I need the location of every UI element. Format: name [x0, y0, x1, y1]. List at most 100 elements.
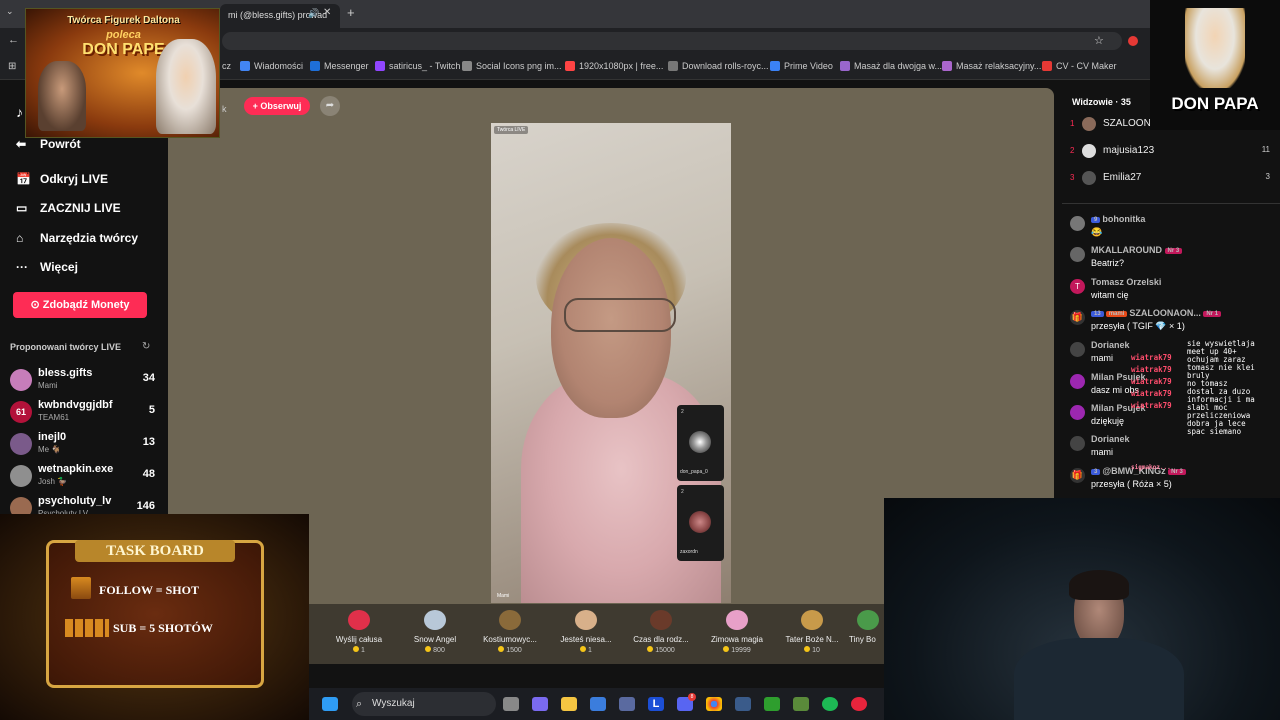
overlay-chat-name: wiatrak79	[1131, 353, 1172, 362]
opera-icon[interactable]	[851, 697, 867, 711]
mute-tab-icon[interactable]: 🔊	[308, 8, 319, 19]
get-coins-button[interactable]: ⊙ Zdobądź Monety	[13, 292, 147, 318]
back-link[interactable]: ⬅ Powrót	[16, 137, 81, 151]
new-tab-icon[interactable]: +	[347, 5, 355, 20]
gift-price-value: 800	[433, 647, 445, 654]
vpn-icon[interactable]	[619, 697, 635, 711]
gift-item[interactable]: Jesteś niesa... 1	[551, 610, 621, 654]
gift-price: 19999	[702, 646, 772, 654]
avatar	[1070, 405, 1085, 420]
bookmark-icon	[240, 61, 250, 71]
bookmark-6[interactable]: Download rolls-royc...	[668, 61, 769, 71]
url-field[interactable]	[222, 32, 1122, 50]
back-arrow-icon[interactable]: ←	[8, 34, 19, 46]
gift-item[interactable]: Czas dla rodz... 15000	[626, 610, 696, 654]
xbox-icon[interactable]	[764, 697, 780, 711]
windows-icon[interactable]	[322, 697, 338, 711]
share-icon[interactable]: ➦	[320, 96, 340, 116]
chrome-icon[interactable]	[706, 697, 722, 711]
bookmark-label: 1920x1080px | free...	[579, 61, 664, 71]
chat-message: T Tomasz Orzelski witam cię	[1070, 277, 1275, 301]
host-label: Mami	[497, 593, 510, 599]
chat-user: MKALLAROUND Nr 3	[1091, 245, 1184, 255]
tab-list-icon[interactable]: ⌄	[6, 6, 14, 17]
bookmark-star-icon[interactable]: ☆	[1094, 34, 1104, 47]
bookmark-icon	[1042, 61, 1052, 71]
nav-start-live[interactable]: ▭ ZACZNIJ LIVE	[16, 201, 121, 215]
bookmark-icon	[375, 61, 385, 71]
store-icon[interactable]	[590, 697, 606, 711]
suggested-creator[interactable]: wetnapkin.exe Josh 🦆 48	[10, 463, 155, 493]
host-name-partial: k	[222, 104, 227, 114]
bookmark-label: Messenger	[324, 61, 369, 71]
viewer-row[interactable]: 2 majusia123 11	[1070, 144, 1270, 162]
steam-icon[interactable]	[735, 697, 751, 711]
bookmark-10[interactable]: CV - CV Maker	[1042, 61, 1117, 71]
viewer-row[interactable]: 3 Emilia27 3	[1070, 171, 1270, 189]
chat-text: mami	[1091, 447, 1113, 457]
follow-button[interactable]: + Obserwuj	[244, 97, 310, 115]
minecraft-icon[interactable]	[793, 697, 809, 711]
copilot-icon[interactable]	[532, 697, 548, 711]
bookmark-9[interactable]: Masaż relaksacyjny...	[942, 61, 1041, 71]
suggested-creator[interactable]: bless.gifts Mami 34	[10, 367, 155, 397]
nav-creator-tools[interactable]: ⌂ Narzędzia twórcy	[16, 231, 138, 245]
gift-price-value: 10	[812, 647, 820, 654]
bookmark-1[interactable]: Wiadomości	[240, 61, 303, 71]
overlay-chat-name: wiatrak79	[1131, 401, 1172, 410]
chat-user-name: Dorianek	[1091, 340, 1130, 350]
refresh-icon[interactable]: ↻	[142, 341, 150, 352]
tiktok-logo-icon[interactable]: ♪	[16, 104, 23, 120]
creator-sub: Mami	[38, 381, 58, 390]
bookmark-7[interactable]: Prime Video	[770, 61, 833, 71]
gift-name: Tiny Bo	[849, 635, 876, 644]
search-placeholder: Wyszukaj	[372, 698, 415, 709]
gift-item[interactable]: Kostiumowyc... 1500	[475, 610, 545, 654]
bookmark-8[interactable]: Masaż dla dwojga w...	[840, 61, 942, 71]
taskbar-search[interactable]: ⌕ Wyszukaj	[352, 692, 496, 716]
spotify-icon[interactable]	[822, 697, 838, 711]
gift-icon	[801, 610, 823, 630]
gift-icon	[499, 610, 521, 630]
coin-icon	[723, 646, 730, 652]
gift-item[interactable]: Zimowa magia 19999	[702, 610, 772, 654]
taskview-icon[interactable]	[503, 697, 519, 711]
chat-text: dziękuję	[1091, 416, 1125, 426]
launcher-icon[interactable]: L	[648, 697, 664, 711]
guest-name: zaxordn	[680, 549, 698, 555]
bookmark-3[interactable]: satiricus_ - Twitch	[375, 61, 460, 71]
folder-icon[interactable]	[561, 697, 577, 711]
gift-item[interactable]: Snow Angel 800	[400, 610, 470, 654]
bookmark-2[interactable]: Messenger	[310, 61, 369, 71]
nav-more[interactable]: ··· Więcej	[16, 260, 78, 274]
gift-name: Wyślij całusa	[335, 635, 383, 644]
coin-icon	[425, 646, 432, 652]
bookmark-label: Download rolls-royc...	[682, 61, 769, 71]
suggested-creator[interactable]: 61 kwbndvggjdbf TEAM61 5	[10, 399, 155, 429]
nav-discover-live[interactable]: 📅 Odkryj LIVE	[16, 172, 108, 186]
avatar	[689, 511, 711, 533]
overlay-chat-name: wiatrak79	[1131, 377, 1172, 386]
bookmark-4[interactable]: Social Icons png im...	[462, 61, 562, 71]
close-tab-icon[interactable]: ✕	[323, 7, 331, 18]
guest-tile[interactable]: 2 don_papa_0	[677, 405, 724, 481]
chat-user: 13 mami SZALOONAON... Nr 1	[1091, 308, 1223, 318]
avatar: 61	[10, 401, 32, 423]
avatar	[10, 369, 32, 391]
bookmark-5[interactable]: 1920x1080px | free...	[565, 61, 663, 71]
chat-user-name: Tomasz Orzelski	[1091, 277, 1162, 287]
extension-icon[interactable]	[1128, 36, 1138, 46]
apps-grid-icon[interactable]: ⊞	[8, 61, 16, 72]
streamer-webcam	[884, 498, 1280, 720]
calendar-icon: 📅	[16, 172, 31, 186]
guest-tile[interactable]: 2 zaxordn	[677, 485, 724, 561]
avatar	[10, 465, 32, 487]
bookmark-0[interactable]: cz	[222, 61, 231, 71]
active-tab[interactable]: mi (@bless.gifts) prowad	[220, 4, 340, 28]
gift-item[interactable]: Tiny Bo	[849, 610, 884, 644]
gift-icon: 🎁	[1070, 310, 1085, 325]
gift-item[interactable]: Tater Boże N... 10	[777, 610, 847, 654]
suggested-creator[interactable]: inejl0 Me 🐐 13	[10, 431, 155, 461]
gift-price: 10	[777, 646, 847, 654]
gift-item[interactable]: Wyślij całusa 1	[324, 610, 394, 654]
